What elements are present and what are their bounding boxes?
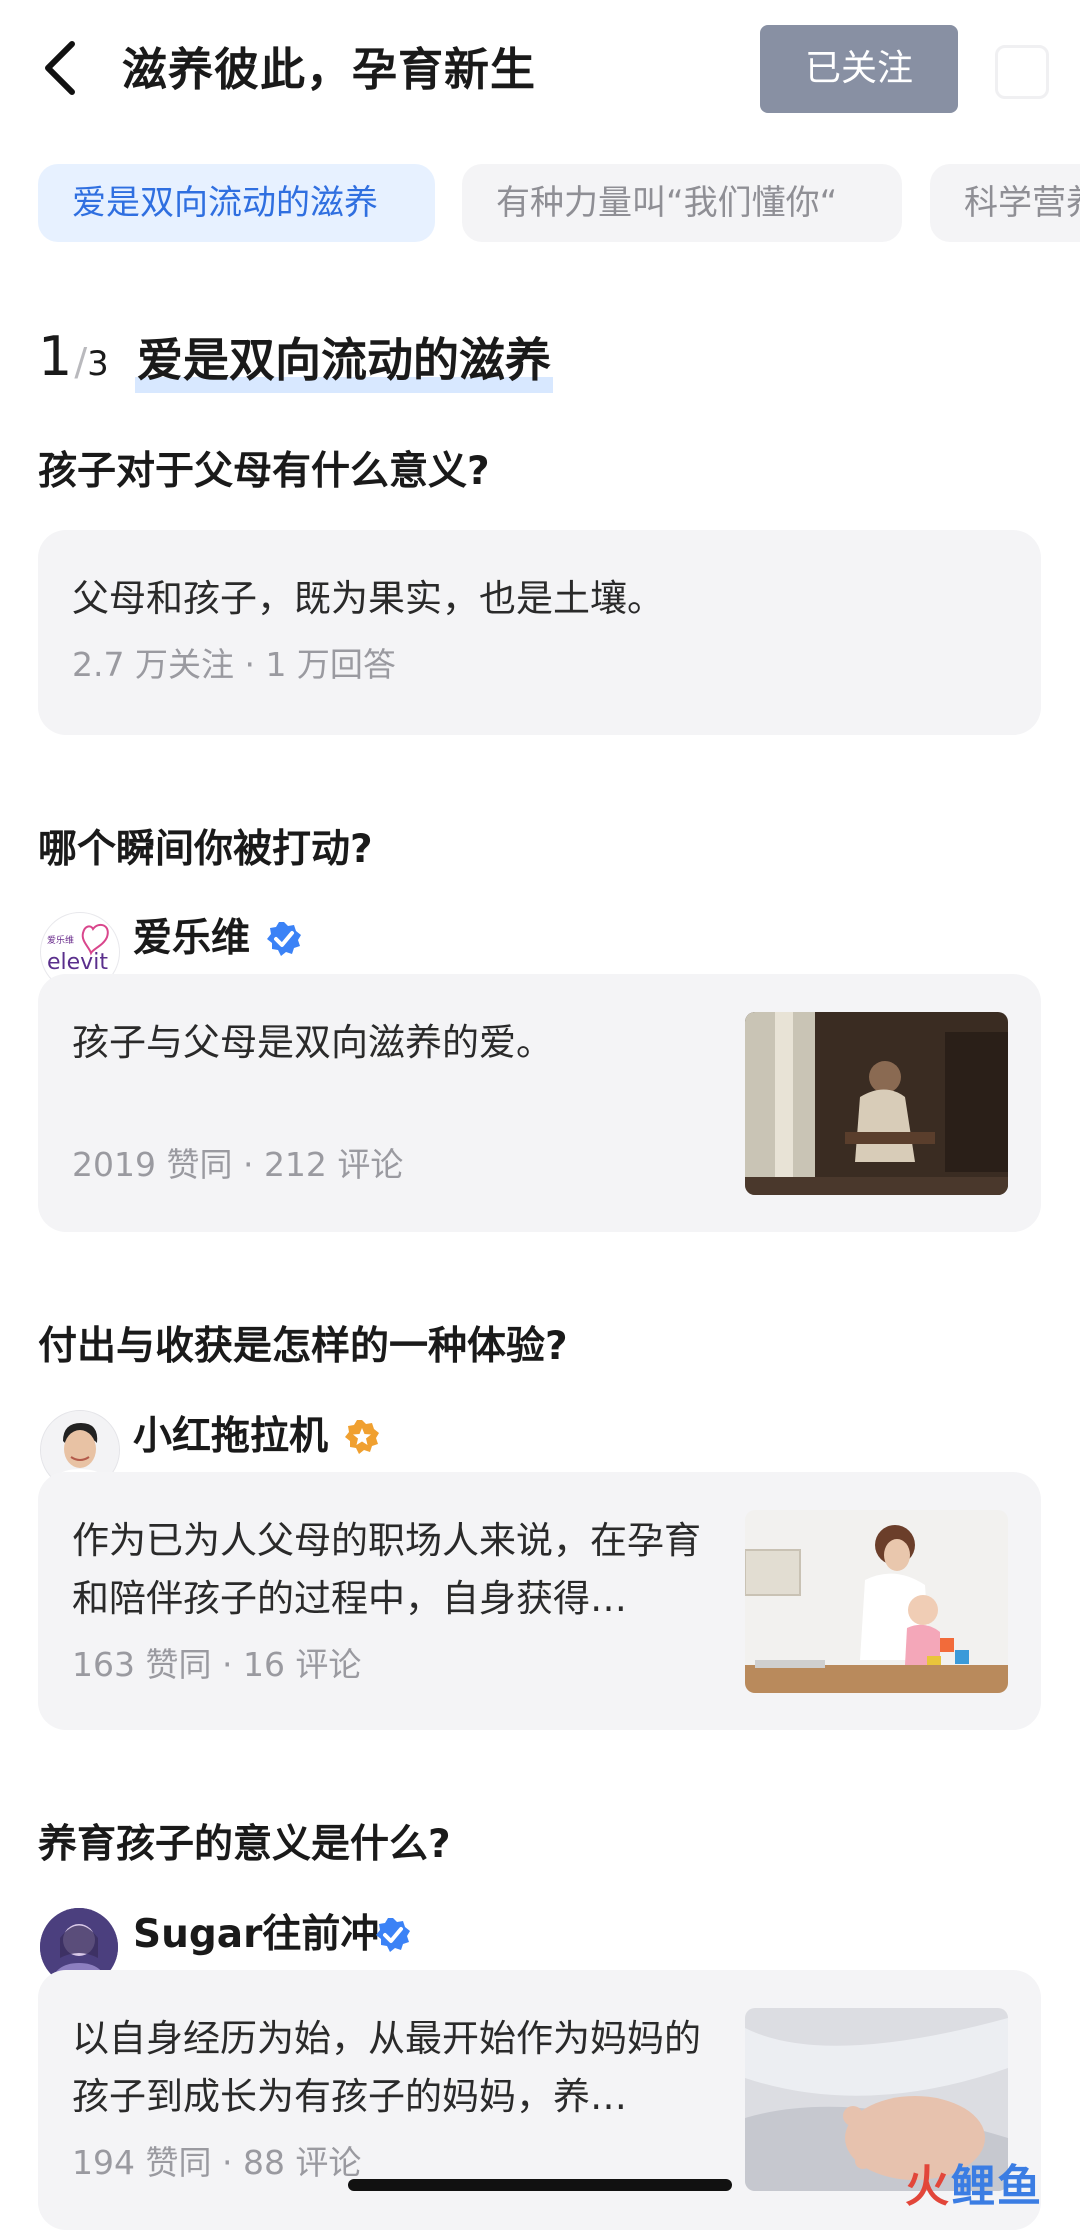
verified-badge-icon [376, 1918, 410, 1952]
question-title[interactable]: 哪个瞬间你被打动? [38, 823, 373, 877]
mother-baby-photo [745, 1012, 1008, 1195]
tab-we-understand[interactable]: 有种力量叫“我们懂你“ [462, 164, 902, 242]
card-meta: 194 赞同 · 88 评论 [72, 2143, 362, 2182]
home-indicator[interactable] [348, 2179, 732, 2191]
follow-button[interactable]: 已关注 [760, 25, 958, 113]
answer-card[interactable]: 孩子与父母是双向滋养的爱。 2019 赞同 · 212 评论 [38, 974, 1041, 1232]
verified-badge-icon [267, 922, 301, 956]
card-text: 孩子与父母是双向滋养的爱。 [72, 1021, 553, 1064]
counter-slash: / [74, 340, 88, 384]
watermark-logo: 火鲤鱼 [905, 2150, 1043, 2214]
watermark-left: 火 [905, 2161, 951, 2212]
section-index: 1 [38, 325, 73, 388]
section-total: 3 [87, 344, 109, 384]
answer-card[interactable]: 作为已为人父母的职场人来说，在孕育和陪伴孩子的过程中，自身获得… 163 赞同 … [38, 1472, 1041, 1730]
card-meta: 2019 赞同 · 212 评论 [72, 1145, 404, 1184]
question-title[interactable]: 养育孩子的意义是什么? [38, 1818, 451, 1872]
tab-love-nourish[interactable]: 爱是双向流动的滋养 [38, 164, 435, 242]
card-text: 以自身经历为始，从最开始作为妈妈的孩子到成长为有孩子的妈妈，养… [72, 2017, 701, 2118]
answer-card[interactable]: 以自身经历为始，从最开始作为妈妈的孩子到成长为有孩子的妈妈，养… 194 赞同 … [38, 1970, 1041, 2230]
card-meta: 163 赞同 · 16 评论 [72, 1645, 362, 1684]
card-meta: 2.7 万关注 · 1 万回答 [72, 645, 396, 684]
star-badge-icon [345, 1420, 379, 1454]
section-counter: 1/3 [38, 325, 109, 388]
author-name[interactable]: Sugar往前冲 [133, 1908, 379, 1962]
avatar-small-text: 爱乐维 [47, 934, 74, 946]
tab-science-nutrition[interactable]: 科学营养 [930, 164, 1080, 242]
mother-child-desk-photo [745, 1510, 1008, 1693]
watermark-right: 鲤鱼 [951, 2161, 1043, 2212]
topic-tabs: 爱是双向流动的滋养 有种力量叫“我们懂你“ 科学营养 [0, 164, 1080, 242]
section-title: 爱是双向流动的滋养 [135, 327, 553, 393]
avatar-brand-text: elevit [47, 950, 108, 975]
answer-thumbnail[interactable] [745, 1510, 1008, 1693]
card-text: 父母和孩子，既为果实，也是土壤。 [72, 577, 664, 620]
more-button[interactable] [995, 45, 1049, 99]
answer-card[interactable]: 父母和孩子，既为果实，也是土壤。 2.7 万关注 · 1 万回答 [38, 530, 1041, 735]
author-name[interactable]: 小红拖拉机 [133, 1410, 328, 1464]
question-title[interactable]: 付出与收获是怎样的一种体验? [38, 1320, 568, 1374]
question-title[interactable]: 孩子对于父母有什么意义? [38, 445, 490, 499]
card-text: 作为已为人父母的职场人来说，在孕育和陪伴孩子的过程中，自身获得… [72, 1519, 701, 1620]
answer-thumbnail[interactable] [745, 1012, 1008, 1195]
author-name[interactable]: 爱乐维 [133, 912, 250, 966]
back-arrow-icon[interactable] [38, 38, 82, 98]
page-title: 滋养彼此，孕育新生 [122, 43, 537, 96]
